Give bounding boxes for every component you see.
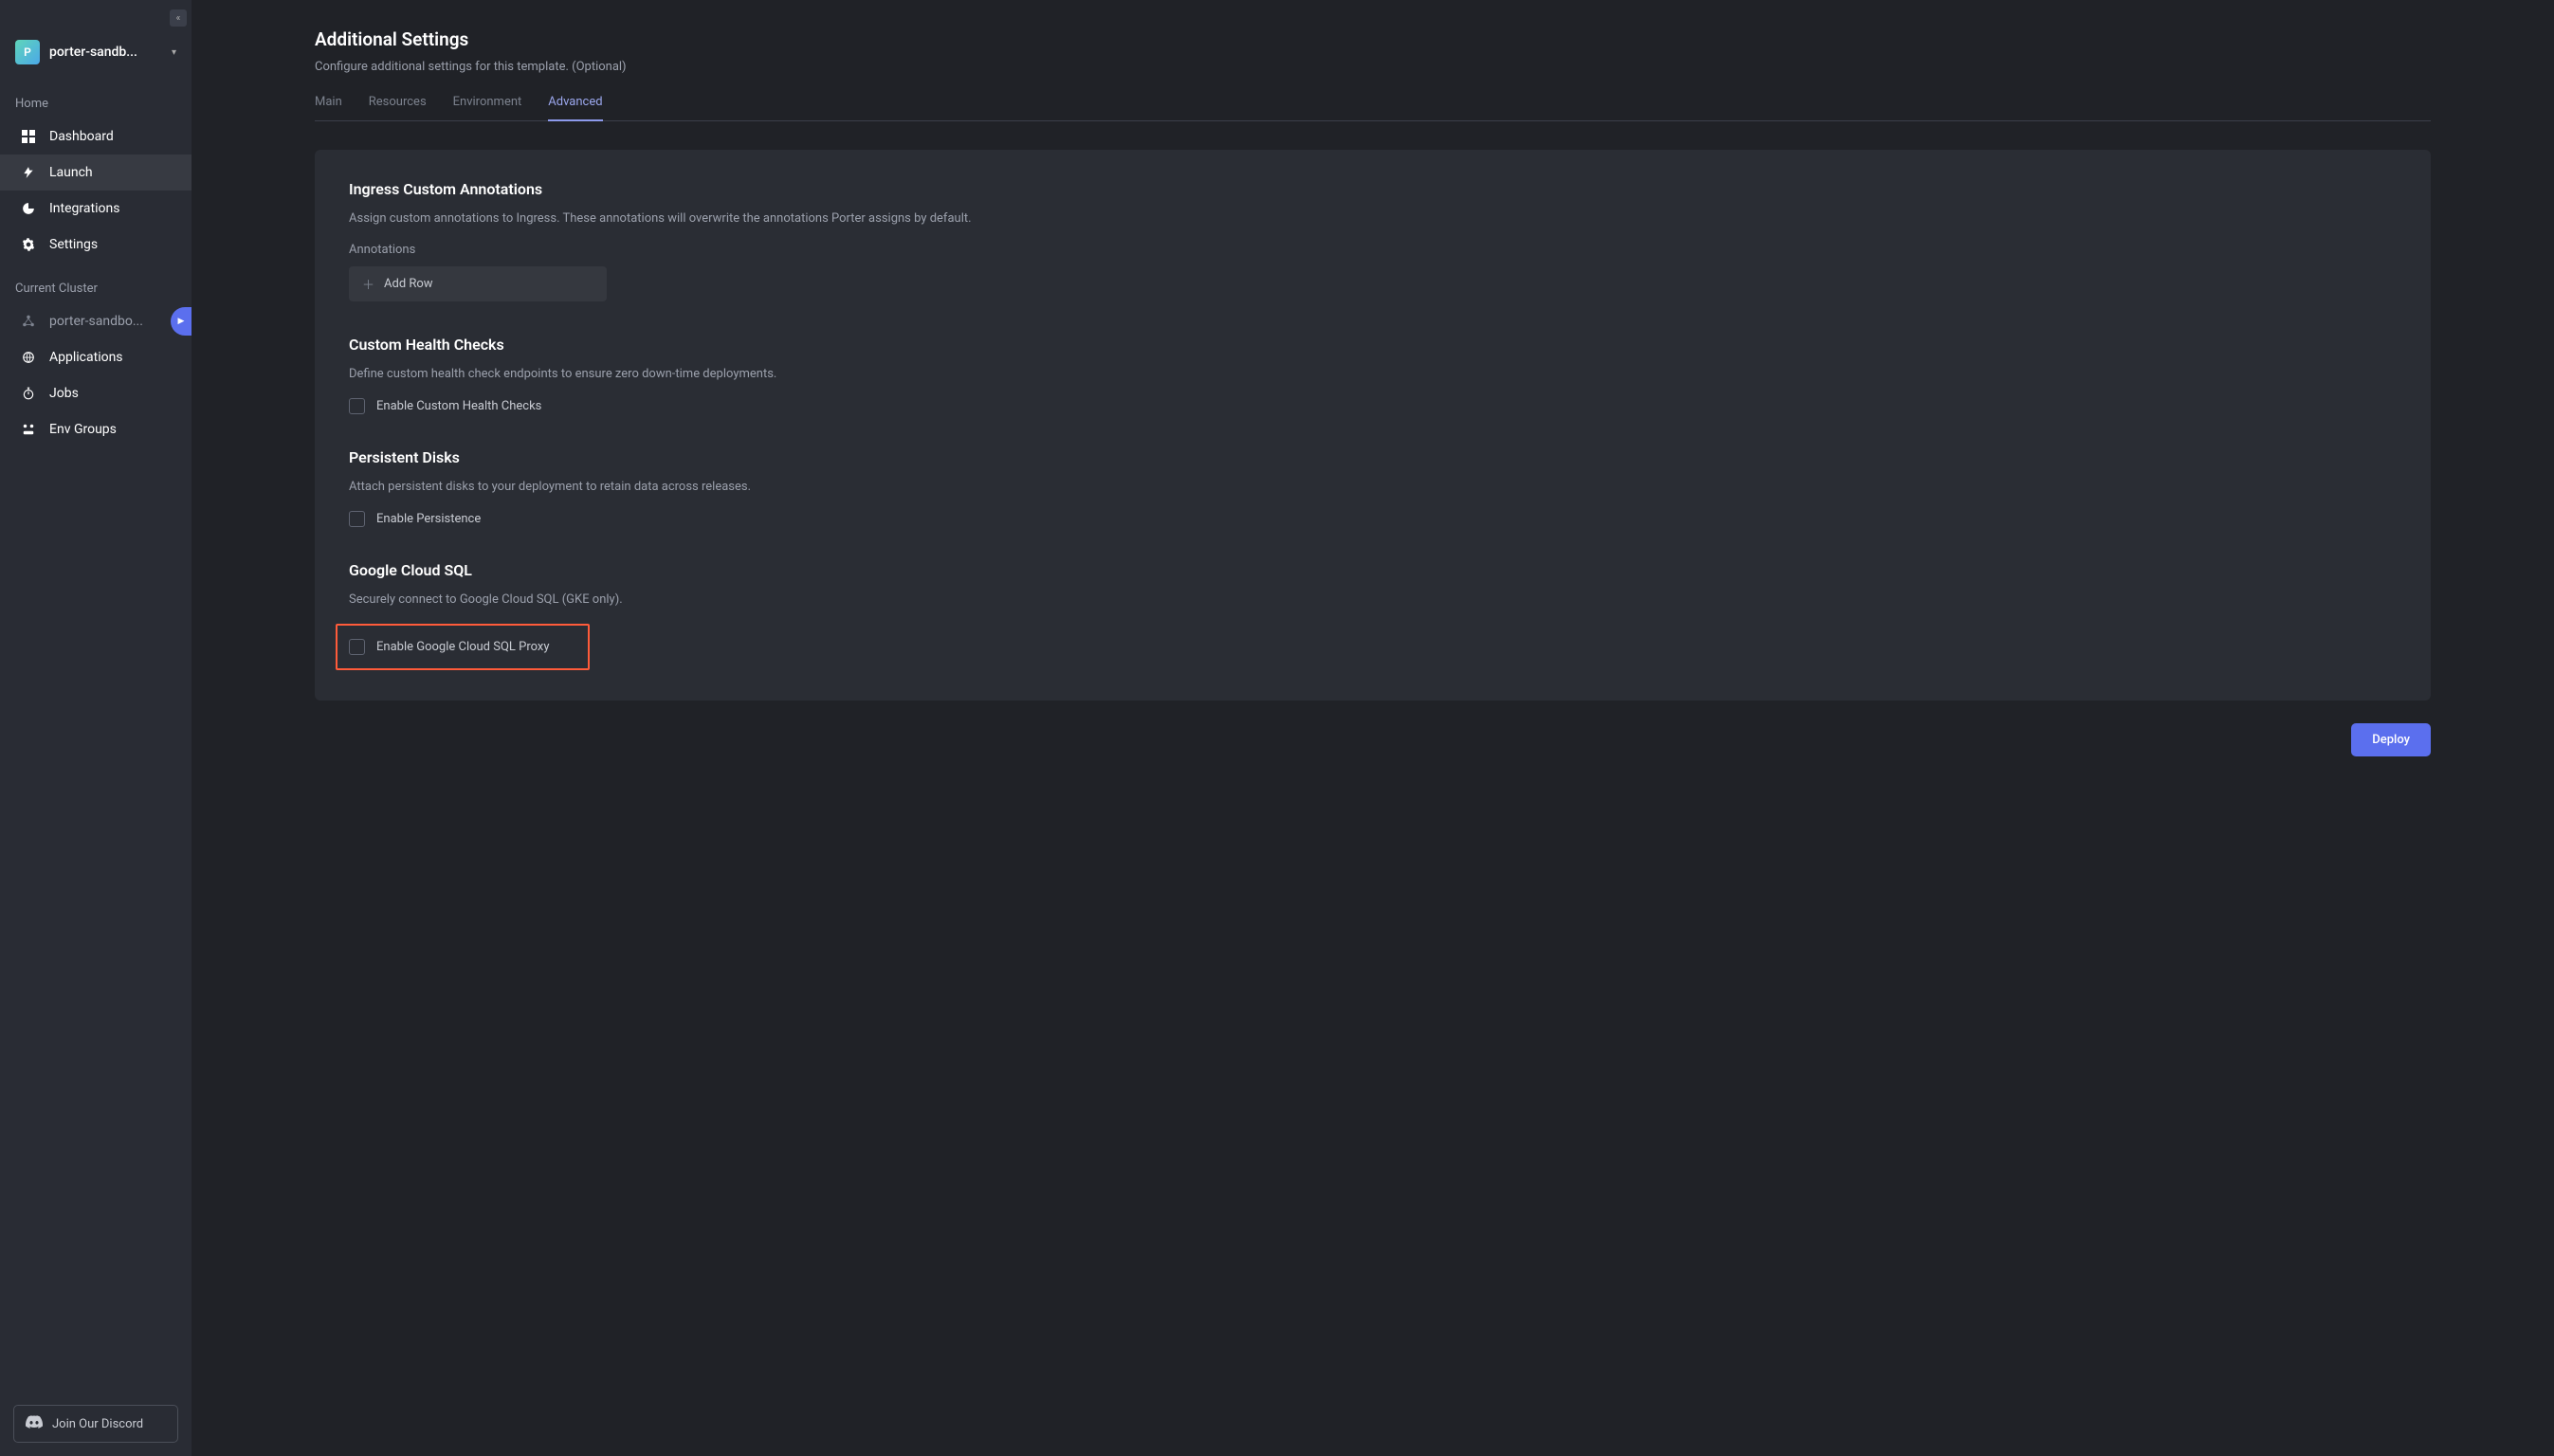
discord-button[interactable]: Join Our Discord	[13, 1405, 178, 1443]
gcsql-checkbox[interactable]	[349, 639, 365, 655]
persist-checkbox-row[interactable]: Enable Persistence	[349, 511, 2397, 527]
sidebar-item-dashboard[interactable]: Dashboard	[0, 118, 192, 155]
persist-desc: Attach persistent disks to your deployme…	[349, 480, 2397, 494]
sidebar-collapse-button[interactable]: «	[170, 9, 187, 27]
persist-checkbox-label: Enable Persistence	[376, 512, 481, 526]
integrations-icon	[21, 201, 36, 216]
settings-card: Ingress Custom Annotations Assign custom…	[315, 150, 2431, 701]
gcsql-title: Google Cloud SQL	[349, 561, 2397, 579]
gcsql-section: Google Cloud SQL Securely connect to Goo…	[349, 561, 2397, 670]
tab-main[interactable]: Main	[315, 95, 342, 120]
sidebar-item-integrations[interactable]: Integrations	[0, 191, 192, 227]
sidebar-item-label: Jobs	[49, 386, 79, 401]
sidebar-item-jobs[interactable]: Jobs	[0, 375, 192, 411]
cluster-expand-button[interactable]: ▶	[171, 307, 192, 336]
tabs: Main Resources Environment Advanced	[315, 95, 2431, 121]
sidebar-item-label: Integrations	[49, 201, 119, 216]
health-title: Custom Health Checks	[349, 336, 2397, 354]
gcsql-checkbox-row[interactable]: Enable Google Cloud SQL Proxy	[336, 624, 590, 670]
chevron-down-icon: ▾	[172, 47, 176, 58]
sidebar-item-env-groups[interactable]: Env Groups	[0, 411, 192, 447]
health-checkbox-label: Enable Custom Health Checks	[376, 399, 541, 413]
health-checkbox-row[interactable]: Enable Custom Health Checks	[349, 398, 2397, 414]
tab-resources[interactable]: Resources	[369, 95, 427, 120]
health-desc: Define custom health check endpoints to …	[349, 367, 2397, 381]
persist-section: Persistent Disks Attach persistent disks…	[349, 448, 2397, 527]
annotations-label: Annotations	[349, 243, 2397, 257]
workspace-name: porter-sandb...	[49, 45, 162, 60]
sidebar-item-applications[interactable]: Applications	[0, 339, 192, 375]
sidebar: « P porter-sandb... ▾ Home Dashboard Lau…	[0, 0, 192, 1456]
deploy-button[interactable]: Deploy	[2351, 723, 2431, 756]
discord-label: Join Our Discord	[52, 1417, 143, 1431]
main-content: Additional Settings Configure additional…	[192, 0, 2554, 1456]
sidebar-item-settings[interactable]: Settings	[0, 227, 192, 263]
sidebar-item-label: Settings	[49, 237, 98, 252]
page-title: Additional Settings	[315, 28, 2431, 50]
gcsql-desc: Securely connect to Google Cloud SQL (GK…	[349, 592, 2397, 607]
cluster-icon	[21, 314, 36, 329]
applications-icon	[21, 350, 36, 365]
tab-advanced[interactable]: Advanced	[548, 95, 602, 120]
add-row-label: Add Row	[384, 277, 433, 291]
persist-title: Persistent Disks	[349, 448, 2397, 466]
env-groups-icon	[21, 422, 36, 437]
ingress-title: Ingress Custom Annotations	[349, 180, 2397, 198]
sidebar-section-cluster: Current Cluster	[0, 263, 192, 303]
ingress-desc: Assign custom annotations to Ingress. Th…	[349, 211, 2397, 226]
discord-icon	[26, 1415, 43, 1432]
sidebar-item-label: Env Groups	[49, 422, 117, 437]
workspace-selector[interactable]: P porter-sandb... ▾	[0, 0, 192, 78]
cluster-selector[interactable]: porter-sandbo... ▶	[0, 303, 192, 339]
sidebar-item-label: Launch	[49, 165, 93, 180]
health-checkbox[interactable]	[349, 398, 365, 414]
page-subtitle: Configure additional settings for this t…	[315, 60, 2431, 74]
sidebar-item-label: Dashboard	[49, 129, 114, 144]
tab-environment[interactable]: Environment	[453, 95, 522, 120]
gear-icon	[21, 237, 36, 252]
dashboard-icon	[21, 129, 36, 144]
gcsql-checkbox-label: Enable Google Cloud SQL Proxy	[376, 640, 550, 654]
deploy-row: Deploy	[315, 723, 2431, 756]
sidebar-item-label: Applications	[49, 350, 123, 365]
stopwatch-icon	[21, 386, 36, 401]
plus-icon: ＋	[362, 275, 374, 293]
sidebar-item-launch[interactable]: Launch	[0, 155, 192, 191]
ingress-section: Ingress Custom Annotations Assign custom…	[349, 180, 2397, 301]
rocket-icon	[21, 165, 36, 180]
workspace-avatar: P	[15, 40, 40, 64]
sidebar-section-home: Home	[0, 78, 192, 118]
persist-checkbox[interactable]	[349, 511, 365, 527]
add-row-button[interactable]: ＋ Add Row	[349, 266, 607, 301]
health-section: Custom Health Checks Define custom healt…	[349, 336, 2397, 414]
